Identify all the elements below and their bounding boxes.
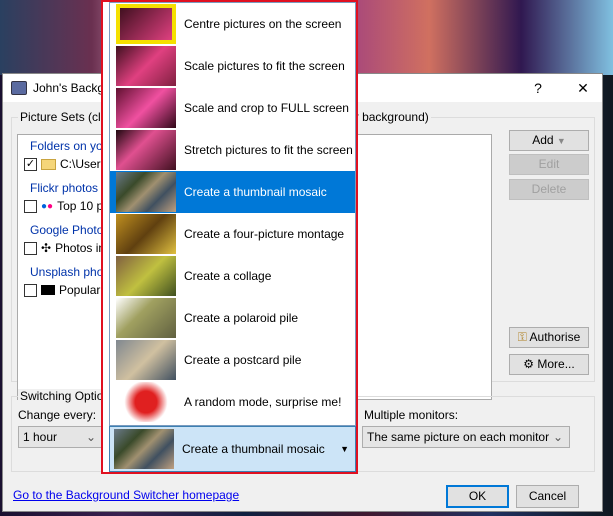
thumbnail-mosaic-thumbnail: [116, 172, 176, 212]
delete-button[interactable]: Delete: [509, 179, 589, 200]
scale-crop-thumbnail: [116, 88, 176, 128]
selected-mode-label: Create a thumbnail mosaic: [182, 442, 325, 456]
dropdown-arrow-icon: ▼: [340, 444, 349, 454]
flickr-icon: ●●: [41, 200, 54, 212]
chevron-down-icon: ⌄: [85, 430, 96, 444]
multiple-monitors-select[interactable]: The same picture on each monitor ⌄: [362, 426, 570, 448]
mode-option-scale-crop[interactable]: Scale and crop to FULL screen: [110, 87, 355, 129]
checkbox[interactable]: ✓: [24, 157, 37, 171]
key-icon: ⚿: [517, 330, 527, 344]
google-photos-icon: ✣: [41, 241, 52, 255]
mode-option-label: Create a four-picture montage: [184, 227, 345, 241]
checkbox[interactable]: [24, 283, 37, 297]
more-button[interactable]: ⚙ More...: [509, 354, 589, 375]
unsplash-icon: [41, 285, 55, 295]
mode-option-random[interactable]: A random mode, surprise me!: [110, 381, 355, 423]
gears-icon: ⚙: [523, 357, 535, 371]
help-button[interactable]: ?: [518, 74, 558, 102]
display-mode-select[interactable]: Create a thumbnail mosaic ▼: [109, 426, 356, 472]
category-google: Google Photos: [30, 223, 110, 237]
ok-button[interactable]: OK: [446, 485, 509, 508]
collage-thumbnail: [116, 256, 176, 296]
polaroid-pile-thumbnail: [116, 298, 176, 338]
cancel-button[interactable]: Cancel: [516, 485, 579, 508]
authorise-button[interactable]: ⚿ Authorise: [509, 327, 589, 348]
checkbox[interactable]: [24, 241, 37, 255]
mode-option-four-picture-montage[interactable]: Create a four-picture montage: [110, 213, 355, 255]
multiple-monitors-label: Multiple monitors:: [364, 408, 459, 422]
mode-option-label: Centre pictures on the screen: [184, 17, 342, 31]
display-mode-list[interactable]: Centre pictures on the screen Scale pictu…: [109, 2, 356, 426]
mode-option-scale[interactable]: Scale pictures to fit the screen: [110, 45, 355, 87]
mosaic-thumbnail: [114, 429, 174, 469]
mode-option-label: Create a postcard pile: [184, 353, 302, 367]
mode-option-collage[interactable]: Create a collage: [110, 255, 355, 297]
mode-option-label: Create a collage: [184, 269, 272, 283]
mode-option-label: Create a polaroid pile: [184, 311, 299, 325]
category-flickr: Flickr photos: [30, 181, 99, 195]
change-every-select[interactable]: 1 hour ⌄: [18, 426, 103, 448]
change-every-label: Change every:: [18, 408, 97, 422]
close-button[interactable]: ✕: [563, 74, 603, 102]
checkbox[interactable]: [24, 199, 37, 213]
mode-option-stretch[interactable]: Stretch pictures to fit the screen: [110, 129, 355, 171]
four-picture-montage-thumbnail: [116, 214, 176, 254]
mode-option-label: A random mode, surprise me!: [184, 395, 342, 409]
mode-option-label: Scale pictures to fit the screen: [184, 59, 345, 73]
mode-option-polaroid-pile[interactable]: Create a polaroid pile: [110, 297, 355, 339]
scale-thumbnail: [116, 46, 176, 86]
random-thumbnail: [116, 382, 176, 422]
app-icon: [11, 81, 27, 95]
edit-button[interactable]: Edit: [509, 154, 589, 175]
postcard-pile-thumbnail: [116, 340, 176, 380]
mode-option-label: Create a thumbnail mosaic: [184, 185, 327, 199]
folder-icon: [41, 158, 56, 170]
mode-option-thumbnail-mosaic[interactable]: Create a thumbnail mosaic: [110, 171, 355, 213]
mode-option-postcard-pile[interactable]: Create a postcard pile: [110, 339, 355, 381]
centre-thumbnail: [116, 4, 176, 44]
homepage-link[interactable]: Go to the Background Switcher homepage: [13, 488, 239, 502]
mode-option-centre[interactable]: Centre pictures on the screen: [110, 3, 355, 45]
mode-option-label: Stretch pictures to fit the screen: [184, 143, 353, 157]
chevron-down-icon: ⌄: [552, 430, 563, 444]
mode-option-label: Scale and crop to FULL screen: [184, 101, 349, 115]
add-button[interactable]: Add ▼: [509, 130, 589, 151]
stretch-thumbnail: [116, 130, 176, 170]
display-mode-dropdown: Centre pictures on the screen Scale pictu…: [101, 0, 358, 474]
